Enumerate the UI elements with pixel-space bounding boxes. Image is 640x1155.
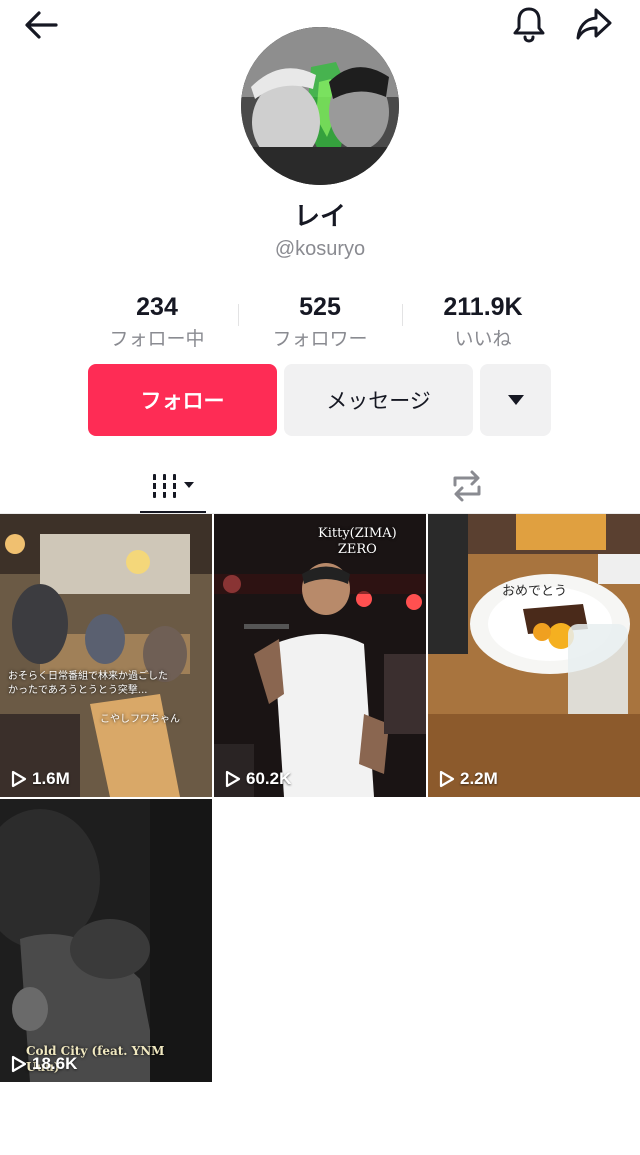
view-count-text: 60.2K	[246, 769, 292, 788]
view-count: 60.2K	[224, 769, 291, 789]
arrow-left-icon	[25, 11, 58, 39]
view-count-text: 18.6K	[32, 1054, 78, 1073]
message-button[interactable]: メッセージ	[284, 364, 473, 436]
play-icon	[225, 770, 241, 788]
follow-button[interactable]: フォロー	[88, 364, 277, 436]
stat-divider	[402, 304, 403, 326]
video-thumbnail-image	[0, 514, 212, 797]
profile-username: @kosuryo	[274, 238, 366, 260]
view-count-text: 2.2M	[460, 769, 498, 788]
stat-following-label: フォロー中	[109, 328, 205, 350]
stat-likes-count: 211.9K	[443, 293, 523, 321]
play-icon	[439, 770, 455, 788]
back-button[interactable]	[18, 4, 64, 46]
share-button[interactable]	[570, 2, 618, 46]
profile-nickname: レイ	[293, 202, 346, 232]
video-caption: おめでとう	[502, 584, 568, 599]
play-icon	[11, 1055, 27, 1073]
video-caption: Kitty(ZIMA) ZERO	[318, 526, 397, 557]
video-thumbnail-image	[428, 514, 640, 797]
avatar[interactable]	[241, 27, 399, 185]
video-thumbnail[interactable]: Cold City (feat. YNM Uuu) 18.6K	[0, 799, 212, 1082]
video-thumbnail[interactable]: Kitty(ZIMA) ZERO 60.2K	[214, 514, 426, 797]
stat-likes-label: いいね	[454, 328, 512, 350]
share-icon	[576, 8, 612, 40]
stat-likes[interactable]: 211.9K いいね	[408, 292, 558, 351]
repost-icon	[453, 470, 481, 502]
stat-followers-label: フォロワー	[272, 328, 368, 350]
view-count: 18.6K	[10, 1054, 77, 1074]
tab-videos[interactable]	[140, 458, 206, 514]
avatar-image	[241, 27, 399, 185]
view-count: 1.6M	[10, 769, 70, 789]
view-count-text: 1.6M	[32, 769, 70, 788]
video-caption: おそらく日常番組で林来か過ごした かったであろうとうとう突撃...	[8, 671, 168, 696]
stat-following-count: 234	[136, 293, 178, 321]
suggested-accounts-button[interactable]	[480, 364, 551, 436]
stat-followers-count: 525	[299, 293, 341, 321]
notification-button[interactable]	[506, 2, 552, 46]
video-thumbnail[interactable]: おめでとう 2.2M	[428, 514, 640, 797]
grid-icon	[151, 474, 194, 498]
stat-followers[interactable]: 525 フォロワー	[245, 292, 395, 351]
play-icon	[11, 770, 27, 788]
bell-icon	[513, 7, 545, 43]
caret-down-icon	[507, 395, 524, 405]
view-count: 2.2M	[438, 769, 498, 789]
tab-reposts[interactable]	[434, 458, 500, 514]
stat-divider	[238, 304, 239, 326]
video-caption-sub: こやしフワちゃん	[100, 714, 180, 725]
video-thumbnail[interactable]: おそらく日常番組で林来か過ごした かったであろうとうとう突撃... こやしフワち…	[0, 514, 212, 797]
video-thumbnail-image	[0, 799, 212, 1082]
stat-following[interactable]: 234 フォロー中	[82, 292, 232, 351]
